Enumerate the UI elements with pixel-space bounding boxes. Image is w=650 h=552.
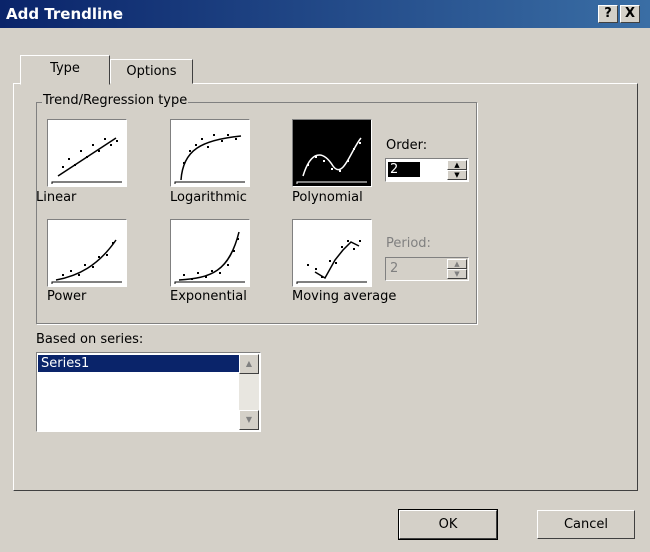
order-value[interactable]: 2 — [388, 162, 421, 177]
power-label: Power — [47, 289, 87, 304]
moving-average-trend-icon — [296, 240, 367, 284]
order-up-icon[interactable]: ▲ — [447, 160, 467, 170]
logarithmic-trend-icon — [174, 134, 245, 184]
linear-trend-icon — [51, 137, 122, 184]
power-trend-option[interactable] — [47, 219, 127, 287]
tab-type[interactable]: Type — [20, 55, 110, 85]
close-icon: X — [624, 6, 636, 21]
tab-type-label: Type — [50, 61, 80, 76]
tab-options[interactable]: Options — [110, 59, 193, 84]
exponential-label: Exponential — [170, 289, 247, 304]
help-icon: ? — [604, 6, 612, 21]
series-scrollbar[interactable]: ▲ ▼ — [239, 354, 259, 430]
logarithmic-label: Logarithmic — [170, 190, 247, 205]
cancel-button[interactable]: Cancel — [537, 510, 635, 539]
scroll-down-icon[interactable]: ▼ — [239, 410, 259, 430]
series-item[interactable]: Series1 — [38, 355, 239, 372]
polynomial-trend-option[interactable] — [292, 119, 372, 187]
linear-trend-option[interactable] — [47, 119, 127, 187]
linear-label: Linear — [36, 190, 77, 205]
exponential-trend-option[interactable] — [170, 219, 250, 287]
moving-average-trend-option[interactable] — [292, 219, 372, 287]
trend-type-group-label: Trend/Regression type — [42, 93, 189, 108]
window-title: Add Trendline — [6, 5, 124, 23]
period-label: Period: — [386, 236, 431, 251]
help-button[interactable]: ? — [598, 5, 618, 23]
period-up-icon[interactable]: ▲ — [447, 259, 467, 269]
exponential-trend-icon — [174, 231, 245, 284]
series-label: Based on series: — [36, 332, 144, 347]
polynomial-label: Polynomial — [292, 190, 363, 205]
period-spinner[interactable]: 2 ▲ ▼ — [385, 257, 469, 281]
ok-button[interactable]: OK — [398, 509, 498, 540]
period-down-icon[interactable]: ▼ — [447, 269, 467, 279]
polynomial-trend-icon — [296, 137, 367, 184]
moving-average-label: Moving average — [292, 289, 397, 304]
order-label: Order: — [386, 138, 428, 153]
logarithmic-trend-option[interactable] — [170, 119, 250, 187]
scroll-up-icon[interactable]: ▲ — [239, 354, 259, 374]
order-down-icon[interactable]: ▼ — [447, 170, 467, 180]
order-spinner[interactable]: 2 ▲ ▼ — [385, 158, 469, 182]
title-bar: Add Trendline ? X — [0, 0, 650, 28]
tab-options-label: Options — [126, 64, 177, 79]
period-value[interactable]: 2 — [390, 261, 398, 276]
series-listbox[interactable]: Series1 ▲ ▼ — [36, 352, 261, 432]
power-trend-icon — [51, 239, 122, 284]
close-button[interactable]: X — [620, 5, 640, 23]
